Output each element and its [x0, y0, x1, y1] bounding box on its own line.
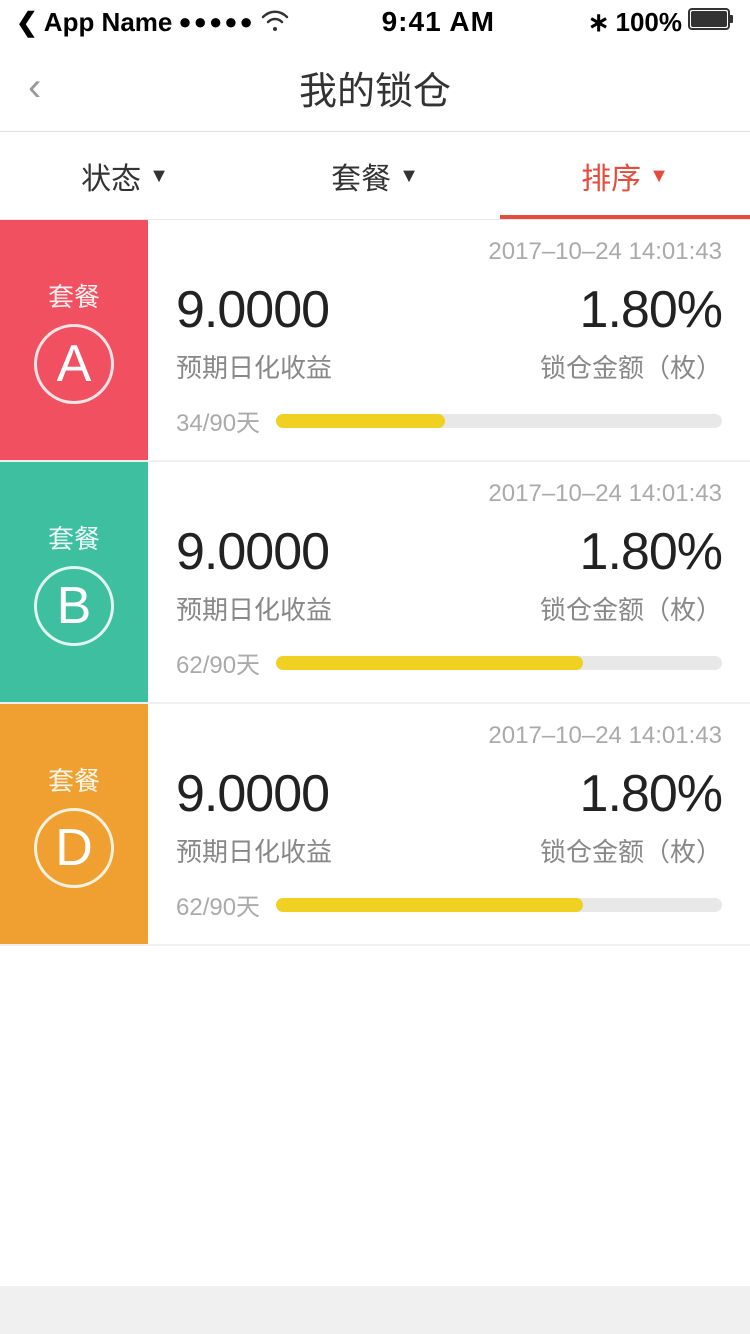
card-sublabel2-b: 锁仓金额（枚） — [540, 590, 722, 627]
filter-bar: 状态 ▼ 套餐 ▼ 排序 ▼ — [0, 132, 750, 220]
battery-text: 100% — [615, 7, 682, 38]
card-list: 套餐 A 2017–10–24 14:01:43 9.0000 1.80% 预期… — [0, 220, 750, 944]
card-timestamp-b: 2017–10–24 14:01:43 — [176, 480, 722, 508]
nav-bar: ‹ 我的锁仓 — [0, 44, 750, 132]
wifi-icon — [261, 7, 289, 38]
progress-row-d: 62/90天 — [176, 887, 722, 922]
bottom-area — [0, 946, 750, 1286]
card-values-d: 9.0000 1.80% — [176, 764, 722, 824]
progress-text-a: 34/90天 — [176, 403, 260, 438]
filter-package-arrow: ▼ — [399, 165, 419, 188]
battery-icon — [688, 7, 734, 38]
progress-text-d: 62/90天 — [176, 887, 260, 922]
signal-dots: ●●●●● — [178, 9, 254, 35]
filter-status-label: 状态 — [81, 154, 141, 198]
filter-sort-arrow: ▼ — [649, 165, 669, 188]
card-timestamp-d: 2017–10–24 14:01:43 — [176, 722, 722, 750]
badge-circle-b: B — [34, 566, 114, 646]
progress-bar-fill-a — [276, 414, 445, 428]
card-labels-a: 预期日化收益 锁仓金额（枚） — [176, 348, 722, 385]
progress-row-b: 62/90天 — [176, 645, 722, 680]
card-sublabel2-a: 锁仓金额（枚） — [540, 348, 722, 385]
filter-status[interactable]: 状态 ▼ — [0, 132, 250, 219]
badge-label-a: 套餐 — [48, 277, 100, 314]
badge-label-d: 套餐 — [48, 761, 100, 798]
badge-letter-d: D — [55, 822, 93, 874]
app-name: App Name — [44, 7, 173, 38]
filter-sort[interactable]: 排序 ▼ — [500, 132, 750, 219]
card-badge-a: 套餐 A — [0, 220, 148, 460]
filter-status-arrow: ▼ — [149, 165, 169, 188]
card-sublabel1-d: 预期日化收益 — [176, 832, 332, 869]
card-item[interactable]: 套餐 B 2017–10–24 14:01:43 9.0000 1.80% 预期… — [0, 462, 750, 702]
card-values-a: 9.0000 1.80% — [176, 280, 722, 340]
badge-letter-b: B — [57, 580, 92, 632]
card-item[interactable]: 套餐 A 2017–10–24 14:01:43 9.0000 1.80% 预期… — [0, 220, 750, 460]
back-button[interactable]: ‹ — [28, 65, 41, 110]
card-badge-d: 套餐 D — [0, 704, 148, 944]
card-values-b: 9.0000 1.80% — [176, 522, 722, 582]
card-sublabel2-d: 锁仓金额（枚） — [540, 832, 722, 869]
back-arrow-icon: ❮ — [16, 7, 38, 38]
card-value2-a: 1.80% — [580, 280, 722, 340]
bluetooth-icon: ∗ — [588, 7, 610, 38]
filter-package[interactable]: 套餐 ▼ — [250, 132, 500, 219]
filter-sort-label: 排序 — [581, 154, 641, 198]
card-sublabel1-b: 预期日化收益 — [176, 590, 332, 627]
progress-bar-fill-b — [276, 656, 583, 670]
card-content-a: 2017–10–24 14:01:43 9.0000 1.80% 预期日化收益 … — [148, 220, 750, 460]
status-time: 9:41 AM — [382, 6, 495, 38]
filter-package-label: 套餐 — [331, 154, 391, 198]
progress-bar-bg-b — [276, 656, 722, 670]
card-labels-d: 预期日化收益 锁仓金额（枚） — [176, 832, 722, 869]
card-value2-b: 1.80% — [580, 522, 722, 582]
progress-bar-bg-d — [276, 898, 722, 912]
card-value2-d: 1.80% — [580, 764, 722, 824]
status-bar: ❮ App Name ●●●●● 9:41 AM ∗ 100% — [0, 0, 750, 44]
badge-circle-d: D — [34, 808, 114, 888]
progress-bar-fill-d — [276, 898, 583, 912]
progress-bar-bg-a — [276, 414, 722, 428]
card-timestamp-a: 2017–10–24 14:01:43 — [176, 238, 722, 266]
status-left: ❮ App Name ●●●●● — [16, 7, 289, 38]
card-sublabel1-a: 预期日化收益 — [176, 348, 332, 385]
card-value1-d: 9.0000 — [176, 764, 329, 824]
badge-letter-a: A — [57, 338, 92, 390]
card-item[interactable]: 套餐 D 2017–10–24 14:01:43 9.0000 1.80% 预期… — [0, 704, 750, 944]
badge-label-b: 套餐 — [48, 519, 100, 556]
progress-row-a: 34/90天 — [176, 403, 722, 438]
card-content-b: 2017–10–24 14:01:43 9.0000 1.80% 预期日化收益 … — [148, 462, 750, 702]
card-content-d: 2017–10–24 14:01:43 9.0000 1.80% 预期日化收益 … — [148, 704, 750, 944]
card-value1-a: 9.0000 — [176, 280, 329, 340]
card-badge-b: 套餐 B — [0, 462, 148, 702]
card-labels-b: 预期日化收益 锁仓金额（枚） — [176, 590, 722, 627]
card-value1-b: 9.0000 — [176, 522, 329, 582]
badge-circle-a: A — [34, 324, 114, 404]
page-title: 我的锁仓 — [299, 60, 451, 115]
progress-text-b: 62/90天 — [176, 645, 260, 680]
status-right: ∗ 100% — [588, 7, 734, 38]
